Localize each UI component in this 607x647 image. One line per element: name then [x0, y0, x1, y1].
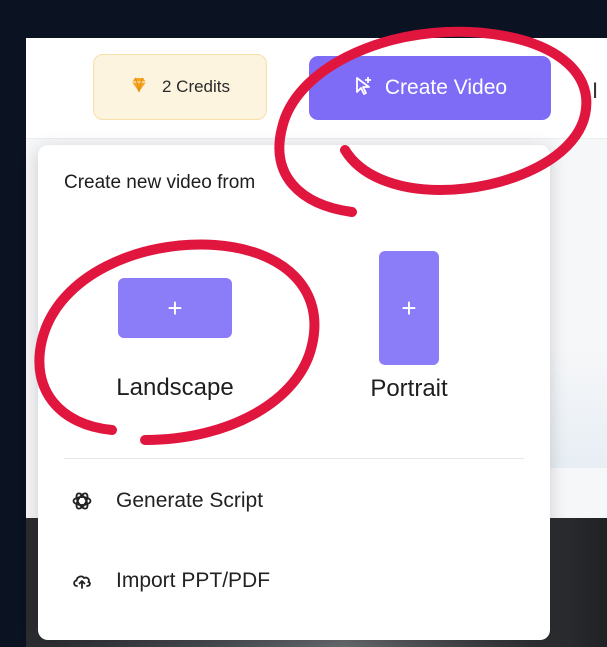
create-video-menu: Create new video from + Landscape + Port… — [38, 145, 550, 640]
credits-label: 2 Credits — [161, 77, 231, 96]
portrait-thumbnail[interactable]: + — [379, 251, 439, 365]
portrait-label: Portrait — [370, 375, 448, 402]
top-bar: 2 Credits Create Video I — [26, 38, 607, 139]
gem-icon — [130, 76, 148, 99]
import-ppt-pdf-item[interactable]: Import PPT/PDF — [70, 569, 270, 593]
credits-badge[interactable]: 2 Credits — [93, 54, 267, 120]
openai-icon — [70, 489, 94, 513]
import-ppt-pdf-label: Import PPT/PDF — [116, 569, 271, 592]
landscape-thumbnail[interactable]: + — [118, 278, 232, 338]
cursor-plus-icon — [353, 74, 375, 102]
generate-script-item[interactable]: Generate Script — [70, 489, 263, 513]
plus-icon: + — [167, 292, 183, 323]
landscape-label: Landscape — [116, 374, 234, 401]
cloud-upload-icon — [70, 569, 94, 593]
create-video-button[interactable]: Create Video — [309, 56, 551, 120]
background-panel — [546, 348, 607, 468]
plus-icon: + — [401, 292, 417, 323]
landscape-option[interactable]: + Landscape — [100, 278, 250, 402]
menu-divider — [64, 458, 524, 459]
truncated-text: I — [592, 78, 599, 103]
generate-script-label: Generate Script — [116, 489, 264, 512]
create-video-label: Create Video — [384, 76, 508, 99]
menu-title: Create new video from — [64, 172, 256, 193]
portrait-option[interactable]: + Portrait — [350, 251, 468, 403]
